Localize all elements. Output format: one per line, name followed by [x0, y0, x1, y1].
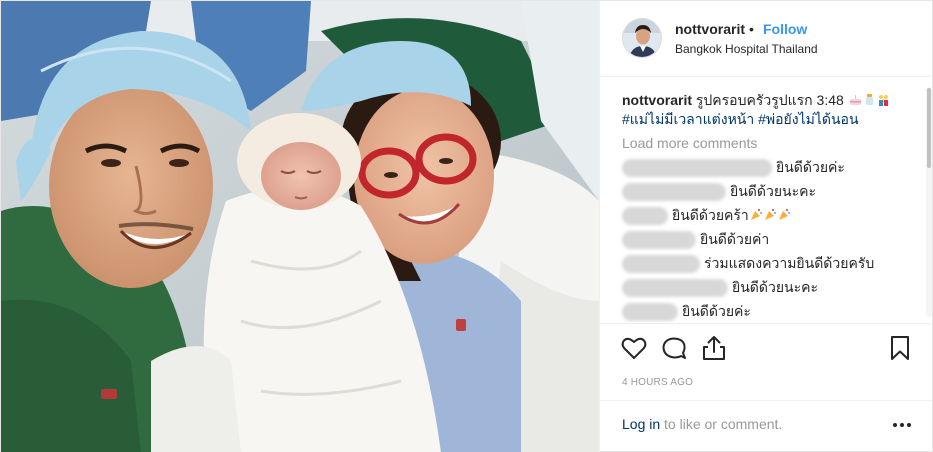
comments-list[interactable]: nottvorarit รูปครอบครัวรูปแรก 3:48 #แม่ไ…: [600, 78, 933, 322]
save-bookmark-icon[interactable]: [886, 334, 914, 362]
hashtag-link[interactable]: #แม่ไม่มีเวลาแต่งหน้า: [622, 111, 754, 127]
comment-text: ยินดีด้วยนะคะ: [732, 279, 818, 295]
action-bar: [600, 323, 933, 363]
party-popper-emoji: [778, 209, 790, 220]
comment-row: ยินดีด้วยคร้า: [622, 205, 791, 226]
hashtag-link[interactable]: #พ่อยังไม่ได้นอน: [758, 111, 858, 127]
follow-button[interactable]: Follow: [763, 21, 807, 37]
redacted-username[interactable]: [622, 207, 668, 226]
instagram-post: nottvorarit • Follow Bangkok Hospital Th…: [0, 0, 933, 452]
comment-row: ยินดีด้วยค่ะ: [622, 157, 845, 178]
share-icon[interactable]: [700, 334, 728, 362]
post-footer: Log in to like or comment.: [600, 400, 933, 452]
comment-row: ยินดีด้วยนะคะ: [622, 181, 816, 202]
comment-text: ยินดีด้วยนะคะ: [730, 183, 816, 199]
caption-username[interactable]: nottvorarit: [622, 92, 692, 108]
redacted-username[interactable]: [622, 279, 728, 298]
like-heart-icon[interactable]: [620, 334, 648, 362]
baby-bottle-emoji: [865, 94, 873, 105]
post-header: nottvorarit • Follow Bangkok Hospital Th…: [600, 1, 933, 77]
post-timestamp[interactable]: 4 HOURS AGO: [622, 377, 693, 388]
comment-text: ยินดีด้วยคร้า: [672, 207, 749, 223]
comment-row: ร่วมแสดงความยินดีด้วยครับ: [622, 253, 875, 274]
avatar[interactable]: [622, 18, 662, 58]
comment-text: ยินดีด้วยค่ะ: [682, 303, 751, 319]
more-options-icon[interactable]: [890, 415, 914, 435]
header-separator: •: [749, 21, 754, 37]
redacted-username[interactable]: [622, 255, 700, 274]
login-prompt-suffix: to like or comment.: [660, 416, 783, 432]
comment-bubble-icon[interactable]: [660, 334, 688, 362]
login-link[interactable]: Log in: [622, 416, 660, 432]
header-username[interactable]: nottvorarit: [675, 21, 745, 37]
comment-text: ยินดีด้วยค่ะ: [776, 159, 845, 175]
party-popper-emoji: [750, 209, 762, 220]
location-link[interactable]: Bangkok Hospital Thailand: [675, 42, 818, 56]
redacted-username[interactable]: [622, 159, 772, 178]
avatar-image: [623, 19, 661, 57]
post-side-panel: nottvorarit • Follow Bangkok Hospital Th…: [599, 1, 933, 452]
comment-row: ยินดีด้วยนะคะ: [622, 277, 818, 298]
party-popper-emoji: [764, 209, 776, 220]
comments-scrollbar-thumb[interactable]: [927, 88, 931, 168]
comment-text: ร่วมแสดงความยินดีด้วยครับ: [704, 255, 875, 271]
redacted-username[interactable]: [622, 303, 678, 322]
redacted-username[interactable]: [622, 231, 696, 250]
login-prompt: Log in to like or comment.: [622, 416, 782, 432]
load-more-comments-button[interactable]: Load more comments: [622, 135, 757, 151]
family-emoji: [878, 95, 888, 106]
birthday-cake-emoji: [849, 95, 861, 105]
caption-text: รูปครอบครัวรูปแรก 3:48: [695, 92, 844, 108]
post-photo[interactable]: [1, 1, 599, 452]
post-caption: nottvorarit รูปครอบครัวรูปแรก 3:48 #แม่ไ…: [622, 91, 907, 129]
comment-row: ยินดีด้วยค่ะ: [622, 301, 751, 322]
comment-text: ยินดีด้วยค่า: [700, 231, 770, 247]
family-photo-illustration: [1, 1, 599, 452]
redacted-username[interactable]: [622, 183, 726, 202]
comment-row: ยินดีด้วยค่า: [622, 229, 770, 250]
